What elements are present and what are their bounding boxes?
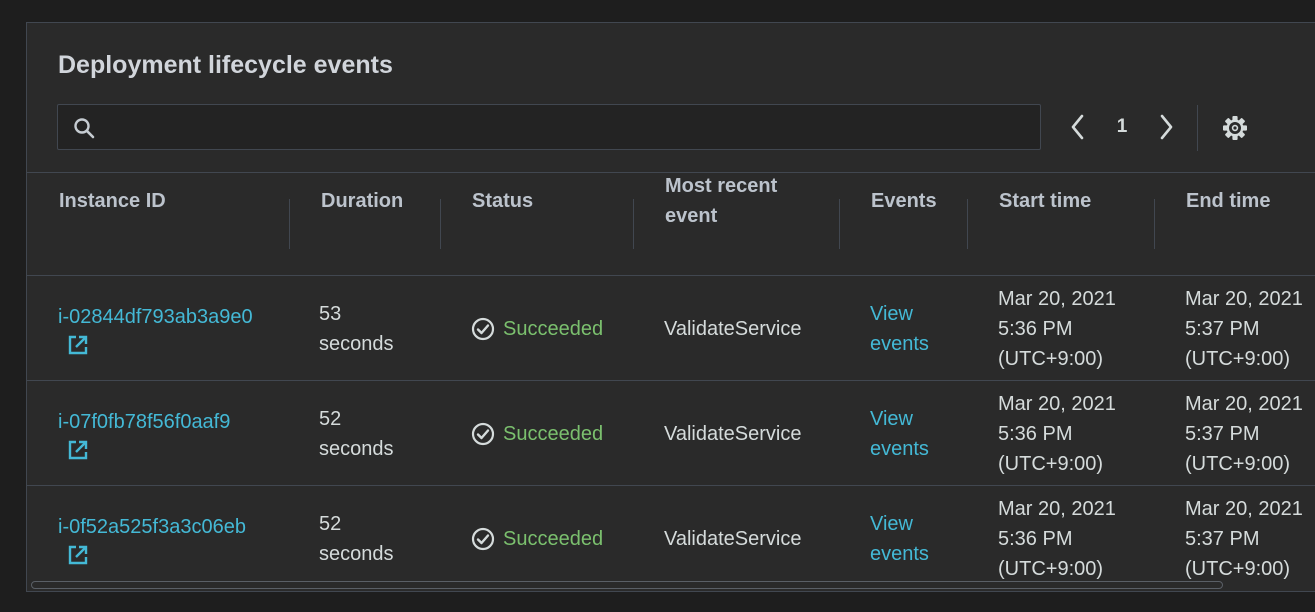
end-time-zone: (UTC+9:00)	[1185, 557, 1291, 580]
end-time-cell: Mar 20, 2021 5:37 PM (UTC+9:00)	[1185, 284, 1303, 374]
view-events-link[interactable]: View events	[870, 299, 940, 359]
end-time-clock: 5:37 PM	[1185, 317, 1260, 340]
status-indicator: Succeeded	[471, 419, 603, 449]
search-input[interactable]	[106, 105, 1030, 151]
column-resize-handle[interactable]	[289, 199, 290, 249]
column-resize-handle[interactable]	[633, 199, 634, 249]
next-page-button[interactable]	[1151, 109, 1181, 145]
duration-cell: 52 seconds	[319, 512, 394, 565]
chevron-right-icon	[1160, 114, 1173, 140]
external-link-icon[interactable]	[67, 439, 89, 461]
instance-id-cell: i-02844df793ab3a9e0	[58, 302, 273, 356]
horizontal-scrollbar[interactable]	[31, 581, 1223, 589]
previous-page-button[interactable]	[1063, 109, 1093, 145]
table-row: i-02844df793ab3a9e0 53 seconds Succeeded…	[27, 276, 1315, 381]
status-label: Succeeded	[503, 422, 604, 445]
column-header-end-time[interactable]: End time	[1186, 186, 1270, 216]
external-link-icon[interactable]	[67, 544, 89, 566]
end-time-date: Mar 20, 2021	[1185, 392, 1303, 415]
start-time-cell: Mar 20, 2021 5:36 PM (UTC+9:00)	[998, 284, 1116, 374]
view-events-link[interactable]: View events	[870, 509, 940, 569]
end-time-zone: (UTC+9:00)	[1185, 347, 1291, 370]
most-recent-event-cell: ValidateService	[664, 422, 802, 445]
external-link-icon[interactable]	[67, 334, 89, 356]
instance-id-link[interactable]: i-0f52a525f3a3c06eb	[58, 516, 246, 538]
column-header-duration[interactable]: Duration	[321, 186, 403, 216]
current-page-number[interactable]: 1	[1109, 109, 1135, 145]
instance-id-link[interactable]: i-02844df793ab3a9e0	[58, 306, 253, 328]
check-circle-icon	[471, 422, 495, 445]
column-header-events[interactable]: Events	[871, 186, 937, 216]
column-resize-handle[interactable]	[839, 199, 840, 249]
end-time-clock: 5:37 PM	[1185, 527, 1260, 550]
start-time-date: Mar 20, 2021	[998, 497, 1116, 520]
start-time-cell: Mar 20, 2021 5:36 PM (UTC+9:00)	[998, 494, 1116, 584]
search-field[interactable]	[57, 104, 1041, 151]
end-time-zone: (UTC+9:00)	[1185, 452, 1291, 475]
column-resize-handle[interactable]	[1154, 199, 1155, 249]
check-circle-icon	[471, 317, 495, 340]
most-recent-event-cell: ValidateService	[664, 317, 802, 340]
start-time-clock: 5:36 PM	[998, 527, 1073, 550]
start-time-zone: (UTC+9:00)	[998, 452, 1104, 475]
check-circle-icon	[471, 527, 495, 550]
column-header-status[interactable]: Status	[472, 186, 533, 216]
gear-icon[interactable]	[1221, 114, 1249, 142]
pager-divider	[1197, 105, 1198, 151]
column-resize-handle[interactable]	[967, 199, 968, 249]
deployment-lifecycle-events-panel: Deployment lifecycle events 1 Instance I…	[26, 22, 1315, 592]
duration-cell: 53 seconds	[319, 302, 394, 355]
end-time-date: Mar 20, 2021	[1185, 287, 1303, 310]
end-time-cell: Mar 20, 2021 5:37 PM (UTC+9:00)	[1185, 389, 1303, 479]
status-label: Succeeded	[503, 317, 604, 340]
start-time-date: Mar 20, 2021	[998, 392, 1116, 415]
column-header-start-time[interactable]: Start time	[999, 186, 1091, 216]
end-time-date: Mar 20, 2021	[1185, 497, 1303, 520]
end-time-cell: Mar 20, 2021 5:37 PM (UTC+9:00)	[1185, 494, 1303, 584]
column-resize-handle[interactable]	[440, 199, 441, 249]
start-time-clock: 5:36 PM	[998, 422, 1073, 445]
table-row: i-0f52a525f3a3c06eb 52 seconds Succeeded…	[27, 486, 1315, 591]
end-time-clock: 5:37 PM	[1185, 422, 1260, 445]
view-events-link[interactable]: View events	[870, 404, 940, 464]
instance-id-cell: i-0f52a525f3a3c06eb	[58, 512, 273, 566]
column-header-instance-id[interactable]: Instance ID	[59, 186, 166, 216]
table-row: i-07f0fb78f56f0aaf9 52 seconds Succeeded…	[27, 381, 1315, 486]
search-icon	[74, 118, 95, 139]
start-time-zone: (UTC+9:00)	[998, 557, 1104, 580]
duration-cell: 52 seconds	[319, 407, 394, 460]
status-indicator: Succeeded	[471, 314, 603, 344]
start-time-cell: Mar 20, 2021 5:36 PM (UTC+9:00)	[998, 389, 1116, 479]
start-time-clock: 5:36 PM	[998, 317, 1073, 340]
most-recent-event-cell: ValidateService	[664, 527, 802, 550]
start-time-date: Mar 20, 2021	[998, 287, 1116, 310]
status-indicator: Succeeded	[471, 524, 603, 554]
column-header-most-recent-event[interactable]: Most recent event	[665, 171, 815, 231]
panel-title: Deployment lifecycle events	[58, 51, 393, 79]
instance-id-cell: i-07f0fb78f56f0aaf9	[58, 407, 273, 461]
start-time-zone: (UTC+9:00)	[998, 347, 1104, 370]
status-label: Succeeded	[503, 527, 604, 550]
instance-id-link[interactable]: i-07f0fb78f56f0aaf9	[58, 411, 230, 433]
chevron-left-icon	[1071, 114, 1084, 140]
